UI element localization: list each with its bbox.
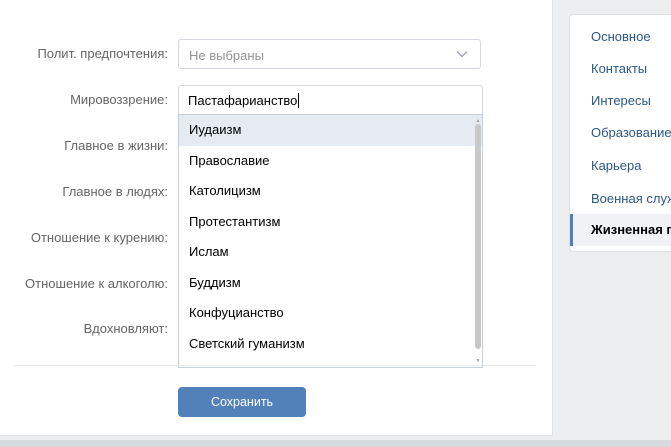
nav-item[interactable]: Основное — [570, 21, 671, 53]
scroll-down-icon[interactable]: ▼ — [475, 358, 481, 364]
dropdown-scrollbar[interactable]: ▲ ▼ — [475, 118, 481, 364]
nav-item[interactable]: Интересы — [570, 85, 671, 117]
worldview-options-list: Иудаизм Православие Католицизм Протестантиз… — [179, 115, 482, 359]
inspire-label: Вдохновляют: — [83, 321, 168, 336]
worldview-option[interactable]: Светский гуманизм — [179, 329, 482, 360]
worldview-input-value: Пастафарианство — [188, 93, 298, 108]
text-caret — [298, 93, 300, 108]
worldview-option[interactable]: Православие — [179, 146, 482, 177]
scroll-thumb[interactable] — [475, 124, 481, 349]
worldview-option[interactable]: Католицизм — [179, 176, 482, 207]
edit-form-panel: Полит. предпочтения: Мировоззрение: Глав… — [0, 0, 553, 436]
worldview-option[interactable]: Конфуцианство — [179, 298, 482, 329]
nav-item[interactable]: Жизненная позиция — [570, 214, 671, 246]
worldview-input[interactable]: Пастафарианство — [178, 85, 483, 115]
save-button[interactable]: Сохранить — [178, 387, 306, 417]
worldview-option[interactable]: Буддизм — [179, 268, 482, 299]
worldview-label: Мировоззрение: — [70, 92, 168, 107]
political-label: Полит. предпочтения: — [37, 46, 168, 61]
nav-item[interactable]: Образование — [570, 117, 671, 149]
worldview-option[interactable]: Иудаизм — [179, 115, 482, 146]
political-select-value: Не выбраны — [189, 48, 264, 63]
nav-item[interactable]: Карьера — [570, 150, 671, 182]
form-labels: Полит. предпочтения: Мировоззрение: Глав… — [0, 0, 168, 435]
profile-sections-nav: Основное Контакты Интересы Образование Карье… — [569, 14, 671, 252]
political-select[interactable]: Не выбраны — [178, 39, 481, 69]
chevron-down-icon — [456, 51, 468, 58]
main-in-people-label: Главное в людях: — [62, 184, 168, 199]
nav-item[interactable]: Контакты — [570, 53, 671, 85]
main-in-life-label: Главное в жизни: — [64, 138, 168, 153]
worldview-option[interactable]: Протестантизм — [179, 207, 482, 238]
alcohol-label: Отношение к алкоголю: — [25, 276, 168, 291]
worldview-dropdown: Иудаизм Православие Католицизм Протестантиз… — [178, 114, 483, 368]
worldview-option[interactable]: Ислам — [179, 237, 482, 268]
nav-item[interactable]: Военная служба — [570, 183, 671, 215]
form-divider — [14, 365, 536, 366]
bottom-edge — [0, 440, 671, 447]
smoking-label: Отношение к курению: — [30, 230, 168, 245]
